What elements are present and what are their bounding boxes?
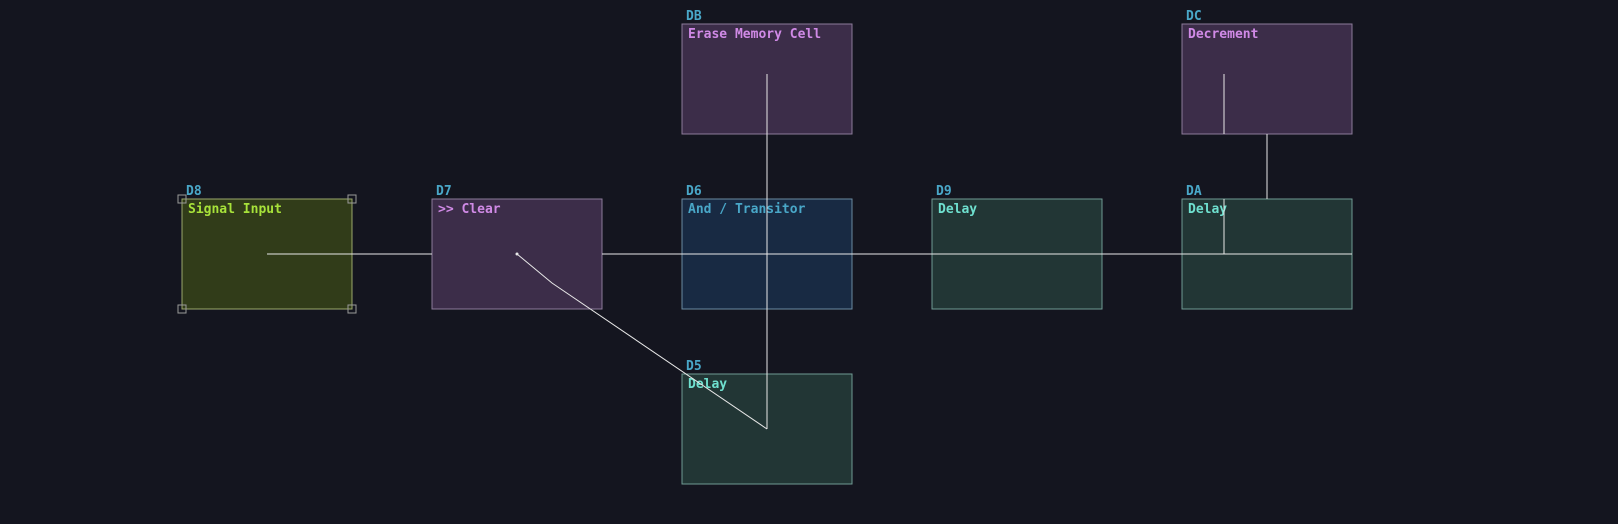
node-D8[interactable]: D8 Signal Input [178,184,356,313]
node-DA[interactable]: DA Delay [1182,184,1352,309]
node-title-label: Signal Input [188,202,282,217]
node-id-label: D9 [936,184,952,199]
node-title-label: Erase Memory Cell [688,27,821,42]
node-id-label: DB [686,9,702,24]
node-title-label: Delay [938,202,977,217]
node-D7[interactable]: D7 >> Clear [432,184,602,309]
node-id-label: D7 [436,184,452,199]
node-DC[interactable]: DC Decrement [1182,9,1352,134]
node-D9[interactable]: D9 Delay [932,184,1102,309]
node-title-label: And / Transitor [688,202,806,217]
node-title-label: Decrement [1188,27,1258,42]
node-id-label: D5 [686,359,702,374]
node-id-label: D6 [686,184,702,199]
node-id-label: DC [1186,9,1202,24]
node-title-label: >> Clear [438,202,501,217]
node-id-label: D8 [186,184,202,199]
node-title-label: Delay [1188,202,1227,217]
node-id-label: DA [1186,184,1202,199]
diagram-canvas[interactable]: D8 Signal Input D7 >> Clear D6 And / Transito… [0,0,1618,524]
junction-dot [516,253,519,256]
